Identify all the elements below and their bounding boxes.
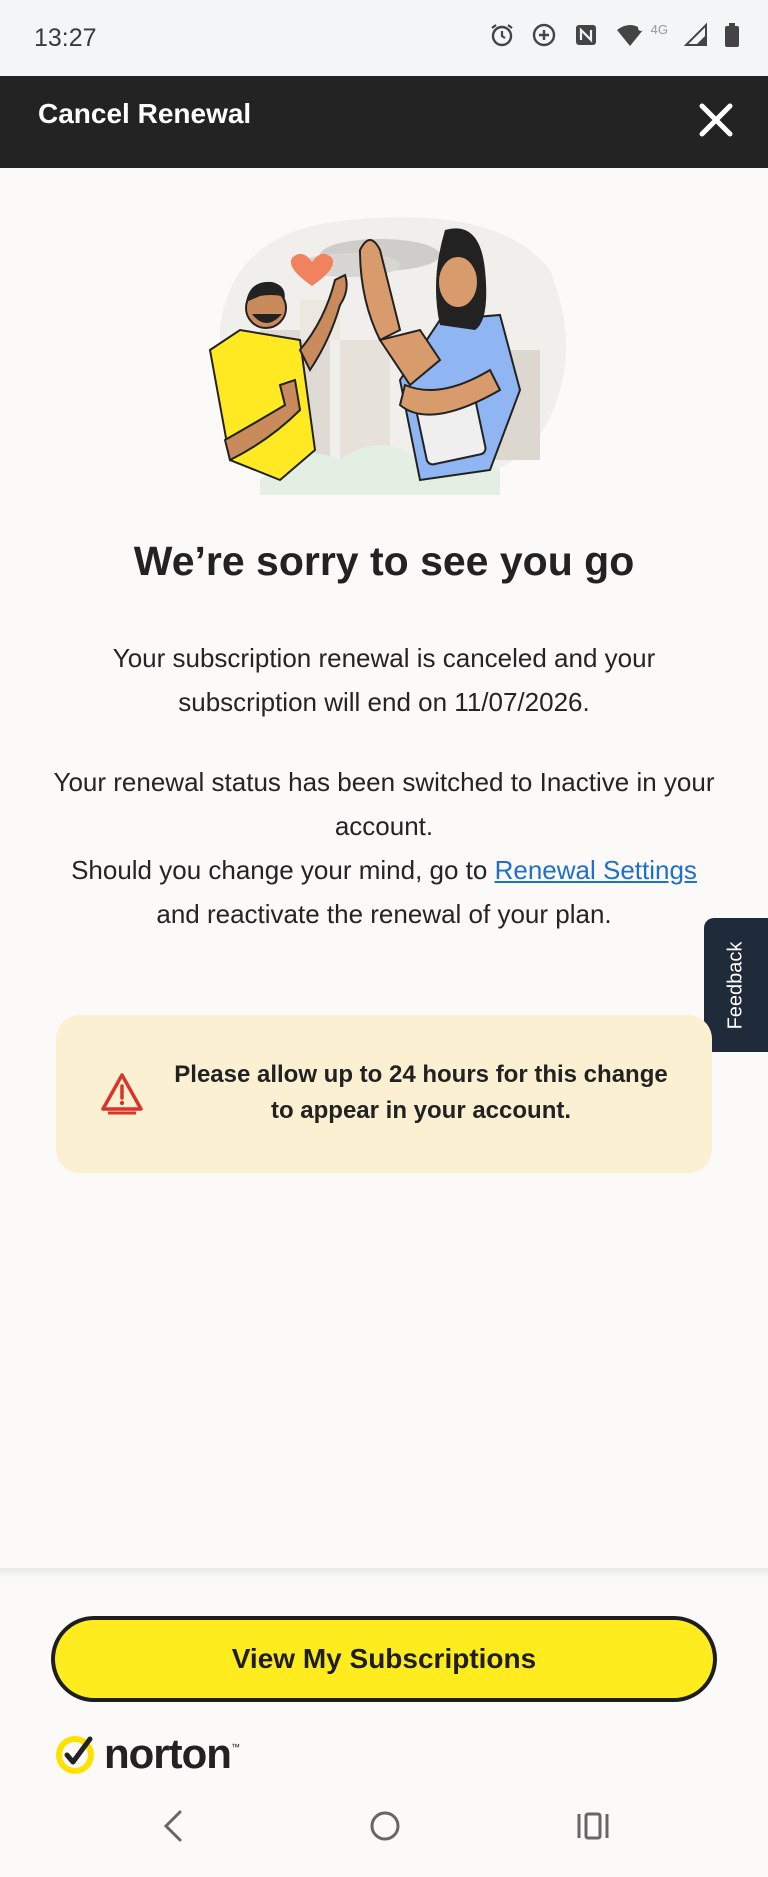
norton-checkmark-icon <box>56 1736 94 1774</box>
close-button[interactable] <box>692 96 740 144</box>
renewal-status-text: Your renewal status has been switched to… <box>53 767 715 841</box>
brand-name: norton <box>104 1730 232 1777</box>
system-nav-bar <box>0 1790 768 1877</box>
nfc-icon <box>575 25 596 45</box>
recents-icon <box>577 1812 609 1840</box>
page-title: We’re sorry to see you go <box>133 538 635 584</box>
header-title: Cancel Renewal <box>38 98 252 129</box>
network-type: 4G <box>650 21 668 37</box>
feedback-label: Feedback <box>724 941 747 1029</box>
notice-banner: Please allow up to 24 hours for this cha… <box>56 1015 712 1173</box>
status-icons: 4G <box>489 22 740 48</box>
two-people-high-five-illustration <box>208 217 566 495</box>
battery-icon <box>725 23 739 47</box>
alarm-icon <box>490 24 513 47</box>
home-button[interactable] <box>368 1808 402 1849</box>
notice-text: Please allow up to 24 hours for this cha… <box>174 1061 668 1124</box>
change-mind-prefix: Should you change your mind, go to <box>71 855 495 885</box>
renewal-settings-link[interactable]: Renewal Settings <box>495 855 697 885</box>
footer-divider <box>0 1568 768 1578</box>
wifi-icon <box>616 25 644 46</box>
recents-button[interactable] <box>576 1808 610 1849</box>
back-button[interactable] <box>158 1808 188 1849</box>
brand-trademark: ™ <box>230 1742 240 1752</box>
renewal-status-message: Your renewal status has been switched to… <box>50 760 718 936</box>
view-subscriptions-button[interactable]: View My Subscriptions <box>51 1616 717 1702</box>
hero-illustration <box>200 210 570 500</box>
close-icon <box>699 103 733 137</box>
feedback-tab[interactable]: Feedback <box>704 918 768 1052</box>
status-time: 13:27 <box>34 24 97 52</box>
norton-logo: norton ™ <box>52 1730 240 1778</box>
warning-icon <box>101 1073 143 1115</box>
back-icon <box>163 1810 182 1842</box>
app-header: Cancel Renewal <box>0 76 768 168</box>
data-saver-icon <box>532 23 555 47</box>
change-mind-suffix: and reactivate the renewal of your plan. <box>156 899 612 929</box>
status-bar: 13:27 4G <box>0 0 768 76</box>
cell-signal-icon <box>684 22 707 46</box>
home-icon <box>370 1811 400 1841</box>
cancellation-message: Your subscription renewal is canceled an… <box>112 643 656 717</box>
